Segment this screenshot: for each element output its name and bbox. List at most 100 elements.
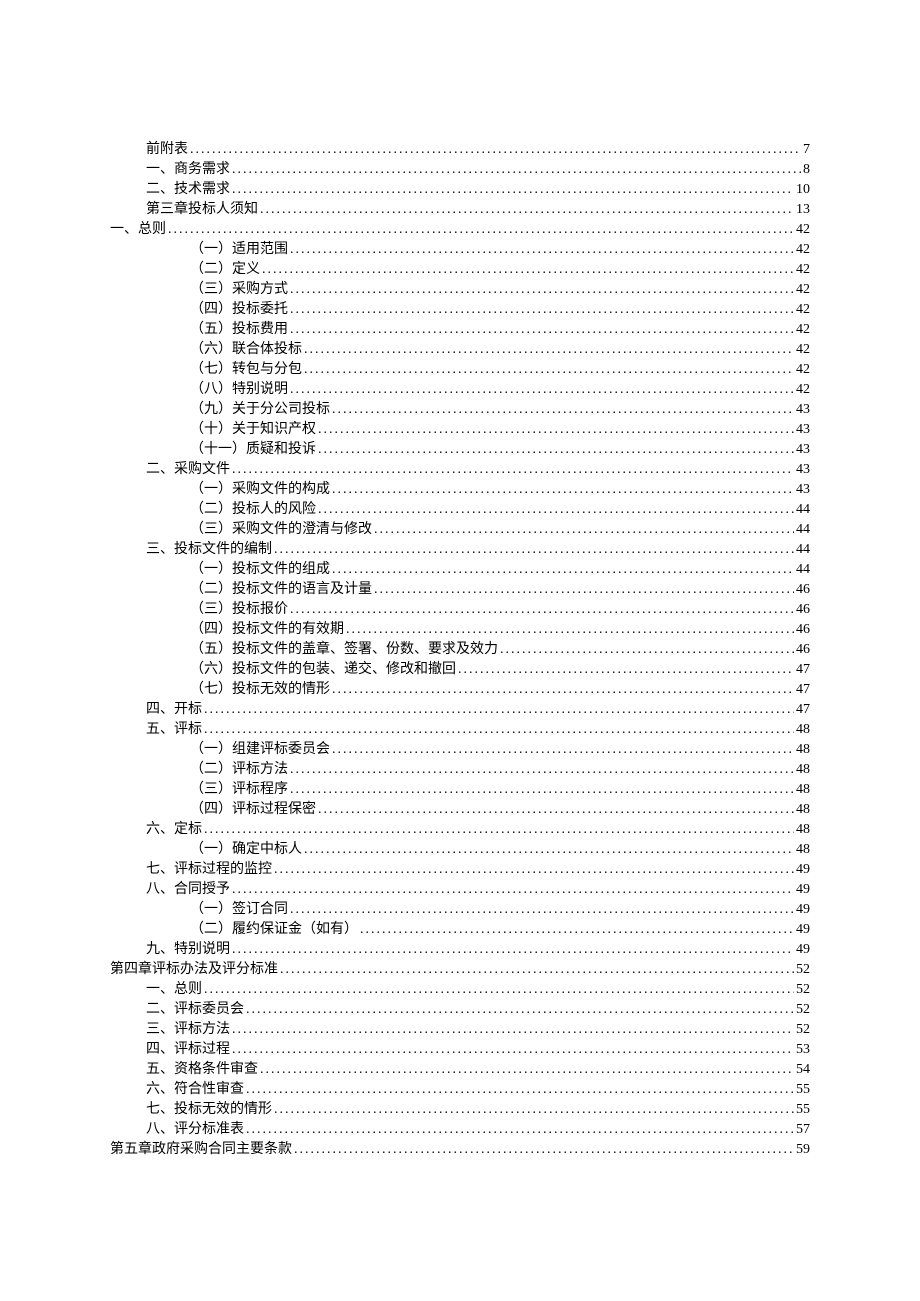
toc-entry-page: 42 (796, 320, 810, 340)
toc-entry[interactable]: （一）采购文件的构成43 (110, 480, 810, 500)
toc-entry-label: （七）投标无效的情形 (190, 680, 330, 700)
toc-entry-label: 七、评标过程的监控 (146, 860, 272, 880)
toc-entry[interactable]: （三）评标程序 48 (110, 780, 810, 800)
toc-entry[interactable]: （一）确定中标人48 (110, 840, 810, 860)
toc-entry[interactable]: 三、评标方法52 (110, 1020, 810, 1040)
toc-entry[interactable]: （八）特别说明42 (110, 380, 810, 400)
toc-entry-label: 五、资格条件审查 (146, 1060, 258, 1080)
toc-leader (260, 1060, 794, 1080)
toc-leader (204, 720, 794, 740)
toc-entry[interactable]: 九、特别说明49 (110, 940, 810, 960)
toc-entry-page: 48 (796, 840, 810, 860)
toc-entry[interactable]: 八、评分标准表 57 (110, 1120, 810, 1140)
toc-leader (190, 140, 801, 160)
toc-entry[interactable]: 七、评标过程的监控49 (110, 860, 810, 880)
toc-entry-page: 42 (796, 360, 810, 380)
toc-leader (458, 660, 794, 680)
toc-entry-label: （五）投标费用 (190, 320, 288, 340)
toc-entry[interactable]: （四）投标委托42 (110, 300, 810, 320)
toc-leader (232, 1040, 794, 1060)
toc-leader (232, 160, 801, 180)
toc-entry[interactable]: （七）投标无效的情形47 (110, 680, 810, 700)
toc-leader (290, 300, 794, 320)
toc-entry[interactable]: 一、总则52 (110, 980, 810, 1000)
toc-entry[interactable]: 五、评标48 (110, 720, 810, 740)
toc-entry[interactable]: （一）组建评标委员会48 (110, 740, 810, 760)
toc-entry-label: 三、评标方法 (146, 1020, 230, 1040)
toc-entry[interactable]: （一）投标文件的组成 44 (110, 560, 810, 580)
toc-entry-label: 前附表 (146, 140, 188, 160)
toc-entry[interactable]: 五、资格条件审查 54 (110, 1060, 810, 1080)
toc-entry[interactable]: （十一）质疑和投诉43 (110, 440, 810, 460)
toc-entry-label: （二）履约保证金（如有） (190, 920, 358, 940)
toc-entry[interactable]: （五）投标费用 42 (110, 320, 810, 340)
toc-entry[interactable]: （二）评标方法48 (110, 760, 810, 780)
toc-entry[interactable]: 一、商务需求8 (110, 160, 810, 180)
toc-entry[interactable]: （五）投标文件的盖章、签署、份数、要求及效力46 (110, 640, 810, 660)
toc-entry-page: 46 (796, 620, 810, 640)
toc-entry-page: 54 (796, 1060, 810, 1080)
toc-entry[interactable]: （一）适用范围 42 (110, 240, 810, 260)
toc-entry[interactable]: 二、技术需求10 (110, 180, 810, 200)
toc-leader (204, 700, 794, 720)
toc-entry-page: 44 (796, 560, 810, 580)
toc-entry[interactable]: （二）投标人的风险44 (110, 500, 810, 520)
toc-entry[interactable]: （七）转包与分包42 (110, 360, 810, 380)
toc-entry[interactable]: 前附表7 (110, 140, 810, 160)
toc-leader (232, 180, 794, 200)
toc-entry-page: 48 (796, 740, 810, 760)
toc-entry[interactable]: （六）联合体投标42 (110, 340, 810, 360)
toc-leader (204, 980, 794, 1000)
toc-leader (168, 220, 794, 240)
toc-entry-label: 八、合同授予 (146, 880, 230, 900)
toc-entry-label: 四、开标 (146, 700, 202, 720)
toc-entry-label: （一）适用范围 (190, 240, 288, 260)
toc-entry-page: 52 (796, 980, 810, 1000)
toc-entry-label: 七、投标无效的情形 (146, 1100, 272, 1120)
toc-entry-page: 42 (796, 240, 810, 260)
toc-entry[interactable]: 六、定标48 (110, 820, 810, 840)
toc-entry[interactable]: 第四章评标办法及评分标准52 (110, 960, 810, 980)
toc-leader (304, 340, 794, 360)
toc-entry-page: 57 (796, 1120, 810, 1140)
toc-entry-label: 四、评标过程 (146, 1040, 230, 1060)
toc-entry-page: 43 (796, 480, 810, 500)
toc-entry[interactable]: （二）履约保证金（如有）49 (110, 920, 810, 940)
toc-entry[interactable]: 三、投标文件的编制44 (110, 540, 810, 560)
toc-entry-page: 48 (796, 780, 810, 800)
toc-entry[interactable]: 六、符合性审查55 (110, 1080, 810, 1100)
toc-entry-page: 48 (796, 800, 810, 820)
toc-entry[interactable]: （三）采购方式42 (110, 280, 810, 300)
toc-entry[interactable]: （九）关于分公司投标43 (110, 400, 810, 420)
toc-entry[interactable]: （二）定义42 (110, 260, 810, 280)
toc-entry[interactable]: （二）投标文件的语言及计量46 (110, 580, 810, 600)
toc-leader (332, 400, 794, 420)
toc-entry[interactable]: （一）签订合同49 (110, 900, 810, 920)
toc-entry-label: （一）投标文件的组成 (190, 560, 330, 580)
toc-entry[interactable]: 第三章投标人须知13 (110, 200, 810, 220)
toc-entry[interactable]: （三）采购文件的澄清与修改44 (110, 520, 810, 540)
toc-entry[interactable]: 四、开标47 (110, 700, 810, 720)
toc-entry[interactable]: （六）投标文件的包装、递交、修改和撤回47 (110, 660, 810, 680)
toc-entry-label: 八、评分标准表 (146, 1120, 244, 1140)
toc-entry[interactable]: 第五章政府采购合同主要条款59 (110, 1140, 810, 1160)
toc-entry-label: 二、采购文件 (146, 460, 230, 480)
toc-container: 前附表7一、商务需求8二、技术需求10第三章投标人须知13一、总则42（一）适用… (110, 140, 810, 1160)
toc-entry[interactable]: 四、评标过程53 (110, 1040, 810, 1060)
toc-entry[interactable]: （三）投标报价46 (110, 600, 810, 620)
toc-entry[interactable]: 一、总则42 (110, 220, 810, 240)
toc-entry[interactable]: （十）关于知识产权43 (110, 420, 810, 440)
toc-leader (232, 880, 794, 900)
toc-leader (280, 960, 794, 980)
toc-entry-label: （三）评标程序 (190, 780, 288, 800)
toc-entry-label: （二）评标方法 (190, 760, 288, 780)
toc-entry[interactable]: 二、采购文件43 (110, 460, 810, 480)
toc-entry[interactable]: （四）投标文件的有效期46 (110, 620, 810, 640)
toc-entry[interactable]: （四）评标过程保密48 (110, 800, 810, 820)
toc-leader (290, 240, 794, 260)
toc-entry-label: 五、评标 (146, 720, 202, 740)
toc-entry[interactable]: 八、合同授予49 (110, 880, 810, 900)
toc-entry[interactable]: 七、投标无效的情形55 (110, 1100, 810, 1120)
toc-entry-label: 三、投标文件的编制 (146, 540, 272, 560)
toc-entry[interactable]: 二、评标委员会52 (110, 1000, 810, 1020)
